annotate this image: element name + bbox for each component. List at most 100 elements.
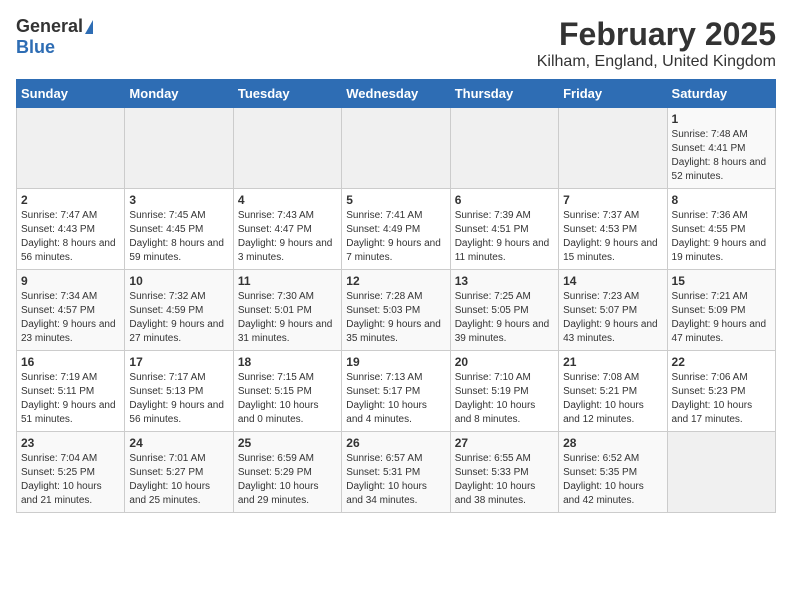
calendar-cell: 1 Sunrise: 7:48 AM Sunset: 4:41 PM Daylig… [667,108,775,189]
day-number: 7 [563,193,662,207]
day-info: Sunrise: 6:55 AM Sunset: 5:33 PM Dayligh… [455,452,554,508]
header-day-tuesday: Tuesday [233,80,341,108]
calendar-week-row: 1 Sunrise: 7:48 AM Sunset: 4:41 PM Daylig… [17,108,776,189]
calendar-cell: 11 Sunrise: 7:30 AM Sunset: 5:01 PM Dayli… [233,270,341,351]
day-info: Sunrise: 7:28 AM Sunset: 5:03 PM Dayligh… [346,290,445,346]
calendar-cell: 6 Sunrise: 7:39 AM Sunset: 4:51 PM Daylig… [450,189,558,270]
calendar-cell [559,108,667,189]
calendar-week-row: 23Sunrise: 7:04 AM Sunset: 5:25 PM Dayli… [17,432,776,513]
calendar-cell [233,108,341,189]
day-number: 15 [672,274,771,288]
calendar-week-row: 2 Sunrise: 7:47 AM Sunset: 4:43 PM Daylig… [17,189,776,270]
calendar-body: 1 Sunrise: 7:48 AM Sunset: 4:41 PM Daylig… [17,108,776,513]
day-info: Sunrise: 7:47 AM Sunset: 4:43 PM Dayligh… [21,209,120,265]
calendar-cell: 27 Sunrise: 6:55 AM Sunset: 5:33 PM Dayli… [450,432,558,513]
calendar-cell: 25 Sunrise: 6:59 AM Sunset: 5:29 PM Dayli… [233,432,341,513]
day-number: 2 [21,193,120,207]
page-header: General Blue February 2025 Kilham, Engla… [16,16,776,71]
day-info: Sunrise: 7:43 AM Sunset: 4:47 PM Dayligh… [238,209,337,265]
day-number: 26 [346,436,445,450]
calendar-header-row: SundayMondayTuesdayWednesdayThursdayFrid… [17,80,776,108]
day-info: Sunrise: 6:57 AM Sunset: 5:31 PM Dayligh… [346,452,445,508]
calendar-cell: 13 Sunrise: 7:25 AM Sunset: 5:05 PM Dayli… [450,270,558,351]
day-info: Sunrise: 7:45 AM Sunset: 4:45 PM Dayligh… [129,209,228,265]
calendar-cell: 5 Sunrise: 7:41 AM Sunset: 4:49 PM Daylig… [342,189,450,270]
day-info: Sunrise: 7:34 AM Sunset: 4:57 PM Dayligh… [21,290,120,346]
day-info: Sunrise: 7:36 AM Sunset: 4:55 PM Dayligh… [672,209,771,265]
day-number: 28 [563,436,662,450]
calendar-cell: 4Sunrise: 7:43 AM Sunset: 4:47 PM Daylig… [233,189,341,270]
header-day-monday: Monday [125,80,233,108]
day-info: Sunrise: 7:32 AM Sunset: 4:59 PM Dayligh… [129,290,228,346]
day-number: 10 [129,274,228,288]
day-info: Sunrise: 6:59 AM Sunset: 5:29 PM Dayligh… [238,452,337,508]
day-info: Sunrise: 7:06 AM Sunset: 5:23 PM Dayligh… [672,371,771,427]
day-info: Sunrise: 7:37 AM Sunset: 4:53 PM Dayligh… [563,209,662,265]
logo-triangle-icon [85,20,93,34]
day-info: Sunrise: 7:25 AM Sunset: 5:05 PM Dayligh… [455,290,554,346]
day-number: 27 [455,436,554,450]
logo-blue-text: Blue [16,37,55,58]
calendar-table: SundayMondayTuesdayWednesdayThursdayFrid… [16,79,776,513]
day-number: 21 [563,355,662,369]
day-info: Sunrise: 7:48 AM Sunset: 4:41 PM Dayligh… [672,128,771,184]
day-info: Sunrise: 7:21 AM Sunset: 5:09 PM Dayligh… [672,290,771,346]
day-number: 16 [21,355,120,369]
calendar-cell: 2 Sunrise: 7:47 AM Sunset: 4:43 PM Daylig… [17,189,125,270]
day-number: 1 [672,112,771,126]
day-number: 13 [455,274,554,288]
day-number: 22 [672,355,771,369]
day-number: 3 [129,193,228,207]
header-day-saturday: Saturday [667,80,775,108]
calendar-cell: 7 Sunrise: 7:37 AM Sunset: 4:53 PM Daylig… [559,189,667,270]
day-info: Sunrise: 6:52 AM Sunset: 5:35 PM Dayligh… [563,452,662,508]
calendar-cell: 23Sunrise: 7:04 AM Sunset: 5:25 PM Dayli… [17,432,125,513]
calendar-cell: 12 Sunrise: 7:28 AM Sunset: 5:03 PM Dayli… [342,270,450,351]
calendar-subtitle: Kilham, England, United Kingdom [537,53,776,71]
day-info: Sunrise: 7:15 AM Sunset: 5:15 PM Dayligh… [238,371,337,427]
day-info: Sunrise: 7:13 AM Sunset: 5:17 PM Dayligh… [346,371,445,427]
day-info: Sunrise: 7:01 AM Sunset: 5:27 PM Dayligh… [129,452,228,508]
calendar-title: February 2025 [537,16,776,53]
calendar-cell: 22 Sunrise: 7:06 AM Sunset: 5:23 PM Dayli… [667,351,775,432]
day-info: Sunrise: 7:17 AM Sunset: 5:13 PM Dayligh… [129,371,228,427]
calendar-cell: 16Sunrise: 7:19 AM Sunset: 5:11 PM Dayli… [17,351,125,432]
calendar-cell [667,432,775,513]
header-day-friday: Friday [559,80,667,108]
day-number: 25 [238,436,337,450]
calendar-cell: 9 Sunrise: 7:34 AM Sunset: 4:57 PM Daylig… [17,270,125,351]
calendar-cell: 15 Sunrise: 7:21 AM Sunset: 5:09 PM Dayli… [667,270,775,351]
calendar-cell: 19 Sunrise: 7:13 AM Sunset: 5:17 PM Dayli… [342,351,450,432]
day-number: 19 [346,355,445,369]
calendar-week-row: 9 Sunrise: 7:34 AM Sunset: 4:57 PM Daylig… [17,270,776,351]
calendar-cell: 17Sunrise: 7:17 AM Sunset: 5:13 PM Dayli… [125,351,233,432]
day-number: 12 [346,274,445,288]
calendar-cell: 28 Sunrise: 6:52 AM Sunset: 5:35 PM Dayli… [559,432,667,513]
day-number: 5 [346,193,445,207]
day-number: 14 [563,274,662,288]
day-info: Sunrise: 7:41 AM Sunset: 4:49 PM Dayligh… [346,209,445,265]
calendar-cell: 24Sunrise: 7:01 AM Sunset: 5:27 PM Dayli… [125,432,233,513]
calendar-cell: 26 Sunrise: 6:57 AM Sunset: 5:31 PM Dayli… [342,432,450,513]
day-number: 20 [455,355,554,369]
calendar-cell [17,108,125,189]
day-info: Sunrise: 7:39 AM Sunset: 4:51 PM Dayligh… [455,209,554,265]
calendar-cell: 14 Sunrise: 7:23 AM Sunset: 5:07 PM Dayli… [559,270,667,351]
day-info: Sunrise: 7:23 AM Sunset: 5:07 PM Dayligh… [563,290,662,346]
calendar-cell: 20 Sunrise: 7:10 AM Sunset: 5:19 PM Dayli… [450,351,558,432]
calendar-cell [450,108,558,189]
calendar-week-row: 16Sunrise: 7:19 AM Sunset: 5:11 PM Dayli… [17,351,776,432]
calendar-cell: 18 Sunrise: 7:15 AM Sunset: 5:15 PM Dayli… [233,351,341,432]
day-info: Sunrise: 7:10 AM Sunset: 5:19 PM Dayligh… [455,371,554,427]
day-number: 9 [21,274,120,288]
day-number: 8 [672,193,771,207]
calendar-cell [125,108,233,189]
day-info: Sunrise: 7:30 AM Sunset: 5:01 PM Dayligh… [238,290,337,346]
logo: General Blue [16,16,93,58]
header-day-wednesday: Wednesday [342,80,450,108]
calendar-cell: 10 Sunrise: 7:32 AM Sunset: 4:59 PM Dayli… [125,270,233,351]
title-block: February 2025 Kilham, England, United Ki… [537,16,776,71]
day-number: 11 [238,274,337,288]
day-number: 6 [455,193,554,207]
day-number: 18 [238,355,337,369]
